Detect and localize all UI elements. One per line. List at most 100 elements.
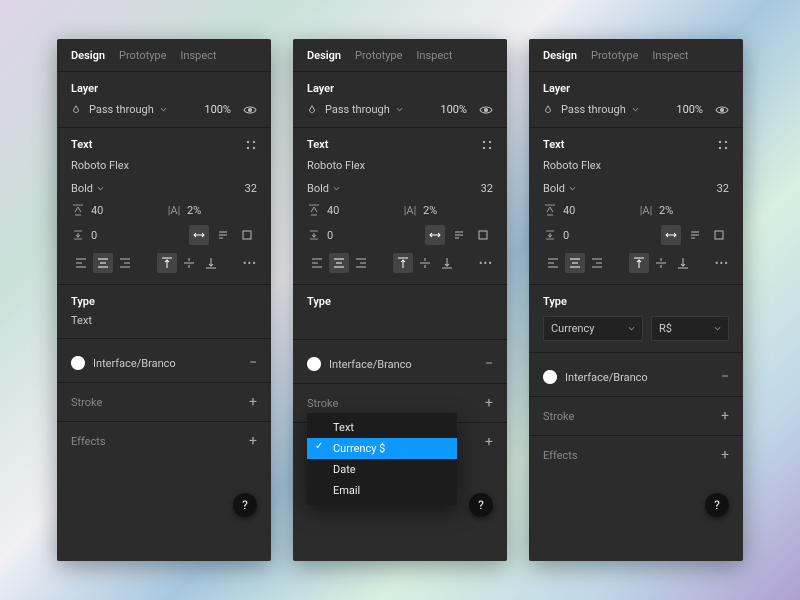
blend-mode-select[interactable]: Pass through <box>89 103 167 116</box>
auto-width-button[interactable] <box>189 225 209 245</box>
tab-inspect[interactable]: Inspect <box>416 49 452 62</box>
letter-spacing-input[interactable]: |A| 2% <box>167 203 257 217</box>
auto-width-button[interactable] <box>661 225 681 245</box>
fixed-size-button[interactable] <box>709 225 729 245</box>
tab-design[interactable]: Design <box>543 49 577 62</box>
opacity-value[interactable]: 100% <box>676 103 703 116</box>
help-button[interactable]: ? <box>233 493 257 517</box>
add-effect-button[interactable]: + <box>721 447 729 463</box>
font-weight-select[interactable]: Bold <box>543 182 633 195</box>
type-option-currency[interactable]: Currency $ <box>307 438 457 459</box>
align-right-button[interactable] <box>115 253 135 273</box>
type-option-email[interactable]: Email <box>307 480 457 501</box>
valign-bottom-button[interactable] <box>201 253 221 273</box>
currency-symbol-select[interactable]: R$ <box>651 316 729 341</box>
style-picker-icon[interactable] <box>245 139 257 151</box>
type-select[interactable]: Currency <box>543 316 643 341</box>
text-section: Text Roboto Flex Bold 32 40 |A| 2% 0 <box>57 128 271 285</box>
help-button[interactable]: ? <box>705 493 729 517</box>
tab-inspect[interactable]: Inspect <box>180 49 216 62</box>
align-left-button[interactable] <box>307 253 327 273</box>
remove-fill-button[interactable]: − <box>485 356 493 372</box>
paragraph-spacing-input[interactable]: 0 <box>307 228 333 242</box>
valign-middle-button[interactable] <box>651 253 671 273</box>
remove-fill-button[interactable]: − <box>721 369 729 385</box>
help-button[interactable]: ? <box>469 493 493 517</box>
fill-swatch[interactable] <box>71 356 85 370</box>
tab-design[interactable]: Design <box>307 49 341 62</box>
valign-top-button[interactable] <box>393 253 413 273</box>
align-left-button[interactable] <box>543 253 563 273</box>
font-size-input[interactable]: 32 <box>403 182 493 195</box>
tab-prototype[interactable]: Prototype <box>355 49 402 62</box>
type-option-date[interactable]: Date <box>307 459 457 480</box>
remove-fill-button[interactable]: − <box>249 355 257 371</box>
blend-mode-select[interactable]: Pass through <box>325 103 403 116</box>
type-value[interactable] <box>307 314 493 328</box>
opacity-value[interactable]: 100% <box>440 103 467 116</box>
type-value[interactable]: Text <box>71 314 257 327</box>
font-family[interactable]: Roboto Flex <box>307 159 493 172</box>
letter-spacing-input[interactable]: |A| 2% <box>403 203 493 217</box>
align-center-button[interactable] <box>565 253 585 273</box>
font-family[interactable]: Roboto Flex <box>543 159 729 172</box>
valign-bottom-button[interactable] <box>437 253 457 273</box>
align-center-button[interactable] <box>93 253 113 273</box>
valign-top-button[interactable] <box>629 253 649 273</box>
valign-top-button[interactable] <box>157 253 177 273</box>
tab-prototype[interactable]: Prototype <box>119 49 166 62</box>
font-weight-select[interactable]: Bold <box>307 182 397 195</box>
line-height-input[interactable]: 40 <box>307 203 397 217</box>
line-height-value: 40 <box>91 204 103 217</box>
font-weight-label: Bold <box>307 182 329 195</box>
align-center-button[interactable] <box>329 253 349 273</box>
chevron-down-icon <box>628 324 635 333</box>
paragraph-spacing-input[interactable]: 0 <box>71 228 97 242</box>
visibility-icon[interactable] <box>715 105 729 115</box>
line-height-input[interactable]: 40 <box>71 203 161 217</box>
auto-height-button[interactable] <box>685 225 705 245</box>
blend-mode-label: Pass through <box>89 103 154 116</box>
line-height-input[interactable]: 40 <box>543 203 633 217</box>
add-stroke-button[interactable]: + <box>249 394 257 410</box>
add-effect-button[interactable]: + <box>485 434 493 450</box>
tab-prototype[interactable]: Prototype <box>591 49 638 62</box>
fill-swatch[interactable] <box>543 370 557 384</box>
add-effect-button[interactable]: + <box>249 433 257 449</box>
more-text-options-button[interactable]: ••• <box>243 257 257 270</box>
auto-height-button[interactable] <box>449 225 469 245</box>
auto-width-button[interactable] <box>425 225 445 245</box>
more-text-options-button[interactable]: ••• <box>479 257 493 270</box>
visibility-icon[interactable] <box>479 105 493 115</box>
auto-height-button[interactable] <box>213 225 233 245</box>
font-size-input[interactable]: 32 <box>167 182 257 195</box>
style-picker-icon[interactable] <box>717 139 729 151</box>
more-text-options-button[interactable]: ••• <box>715 257 729 270</box>
stroke-label: Stroke <box>71 396 102 409</box>
style-picker-icon[interactable] <box>481 139 493 151</box>
font-weight-select[interactable]: Bold <box>71 182 161 195</box>
paragraph-spacing-input[interactable]: 0 <box>543 228 569 242</box>
currency-symbol-label: R$ <box>659 322 672 335</box>
font-family[interactable]: Roboto Flex <box>71 159 257 172</box>
layer-section: Layer Pass through 100% <box>293 72 507 128</box>
add-stroke-button[interactable]: + <box>721 408 729 424</box>
valign-bottom-button[interactable] <box>673 253 693 273</box>
font-size-input[interactable]: 32 <box>639 182 729 195</box>
type-option-text[interactable]: Text <box>307 417 457 438</box>
fixed-size-button[interactable] <box>237 225 257 245</box>
fill-swatch[interactable] <box>307 357 321 371</box>
visibility-icon[interactable] <box>243 105 257 115</box>
valign-middle-button[interactable] <box>415 253 435 273</box>
align-right-button[interactable] <box>587 253 607 273</box>
opacity-value[interactable]: 100% <box>204 103 231 116</box>
tab-inspect[interactable]: Inspect <box>652 49 688 62</box>
letter-spacing-input[interactable]: |A| 2% <box>639 203 729 217</box>
blend-mode-select[interactable]: Pass through <box>561 103 639 116</box>
add-stroke-button[interactable]: + <box>485 395 493 411</box>
align-right-button[interactable] <box>351 253 371 273</box>
valign-middle-button[interactable] <box>179 253 199 273</box>
align-left-button[interactable] <box>71 253 91 273</box>
tab-design[interactable]: Design <box>71 49 105 62</box>
fixed-size-button[interactable] <box>473 225 493 245</box>
